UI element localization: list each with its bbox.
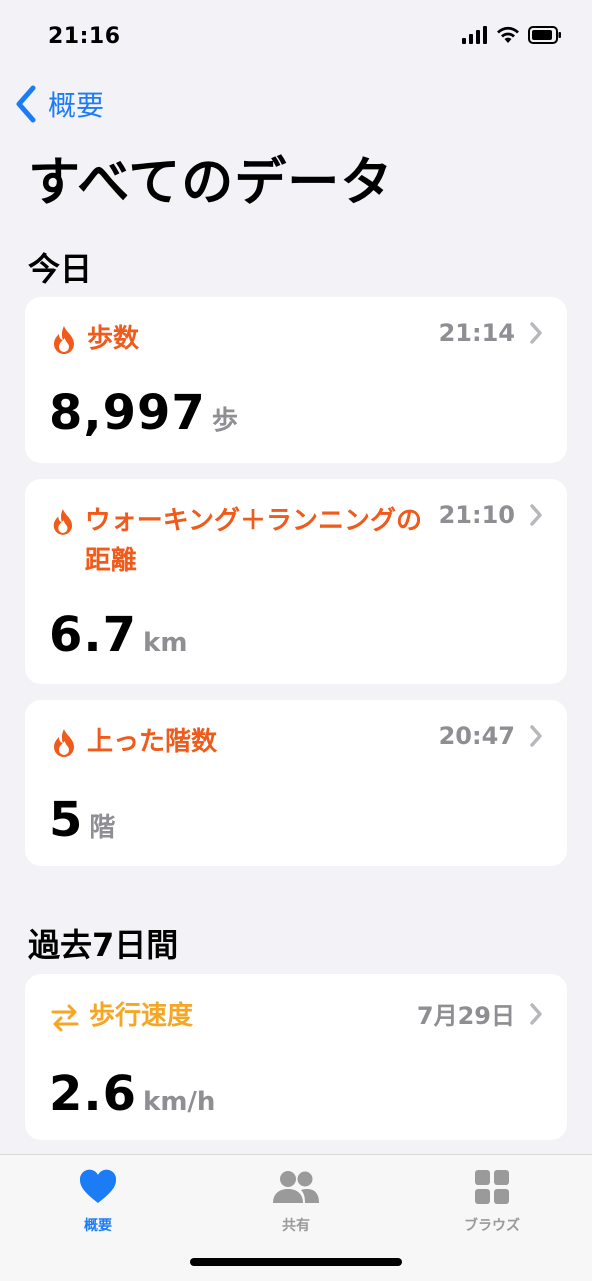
card-value-row: 2.6 km/h	[49, 1066, 215, 1122]
card-value-row: 5 階	[49, 792, 115, 848]
card-header: 上った階数	[51, 722, 217, 762]
arrows-icon	[51, 1004, 79, 1032]
section-today: 今日	[28, 250, 93, 288]
tab-label: ブラウズ	[464, 1218, 520, 1234]
battery-icon	[528, 26, 561, 44]
people-icon	[273, 1171, 319, 1203]
card-time-row: 21:10	[439, 501, 543, 529]
back-label: 概要	[48, 89, 105, 122]
tab-label: 概要	[84, 1218, 112, 1234]
status-time: 21:16	[48, 24, 121, 49]
card-time-row: 7月29日	[417, 996, 543, 1031]
card-time: 20:47	[438, 722, 515, 750]
card-time-row: 21:14	[439, 319, 543, 347]
grid-icon	[475, 1170, 509, 1204]
flame-icon	[54, 326, 74, 354]
status-bar: 21:16	[0, 0, 592, 72]
card-unit: km	[143, 628, 188, 658]
card-time: 21:14	[438, 319, 515, 347]
flame-icon	[54, 729, 74, 757]
card-time: 7月29日	[416, 1002, 515, 1030]
section-past-7-days: 過去7日間	[28, 926, 179, 964]
card-header: ウォーキング＋ランニングの距離	[51, 501, 441, 581]
wifi-icon	[497, 26, 519, 43]
card-value: 6.7	[49, 607, 138, 663]
tab-sharing[interactable]: 共有	[236, 1165, 356, 1235]
chevron-right-icon	[530, 322, 542, 344]
card-category: ウォーキング＋ランニングの距離	[84, 506, 423, 576]
card-unit: km/h	[143, 1087, 216, 1117]
tab-browse[interactable]: ブラウズ	[432, 1165, 552, 1235]
card-floors[interactable]: 上った階数 20:47 5 階	[25, 700, 567, 866]
card-value-row: 8,997 歩	[49, 385, 238, 441]
card-category: 歩数	[87, 324, 140, 354]
card-value: 5	[49, 792, 84, 848]
card-value-row: 6.7 km	[49, 607, 187, 663]
card-value: 8,997	[49, 385, 206, 441]
card-value: 2.6	[49, 1066, 138, 1122]
tab-summary[interactable]: 概要	[38, 1165, 158, 1235]
flame-icon	[53, 509, 73, 535]
card-distance[interactable]: ウォーキング＋ランニングの距離 21:10 6.7 km	[25, 479, 567, 684]
card-steps[interactable]: 歩数 21:14 8,997 歩	[25, 297, 567, 463]
card-category: 上った階数	[87, 727, 218, 757]
chevron-left-icon	[16, 85, 36, 123]
heart-icon	[79, 1169, 117, 1203]
tab-label: 共有	[282, 1218, 310, 1234]
card-time-row: 20:47	[439, 722, 543, 750]
card-unit: 歩	[211, 406, 238, 436]
chevron-right-icon	[530, 725, 542, 747]
chevron-right-icon	[530, 1002, 542, 1025]
back-button[interactable]: 概要	[14, 84, 104, 124]
card-header: 歩数	[51, 319, 139, 359]
status-icons	[462, 26, 562, 44]
chevron-right-icon	[530, 504, 542, 526]
page-title: すべてのデータ	[28, 153, 394, 213]
card-time: 21:10	[438, 501, 515, 529]
signal-icon	[462, 26, 487, 44]
home-indicator[interactable]	[190, 1258, 402, 1266]
card-unit: 階	[89, 813, 116, 843]
card-header: 歩行速度	[51, 996, 193, 1036]
card-category: 歩行速度	[89, 1001, 194, 1031]
card-walking-speed[interactable]: 歩行速度 7月29日 2.6 km/h	[25, 974, 567, 1140]
